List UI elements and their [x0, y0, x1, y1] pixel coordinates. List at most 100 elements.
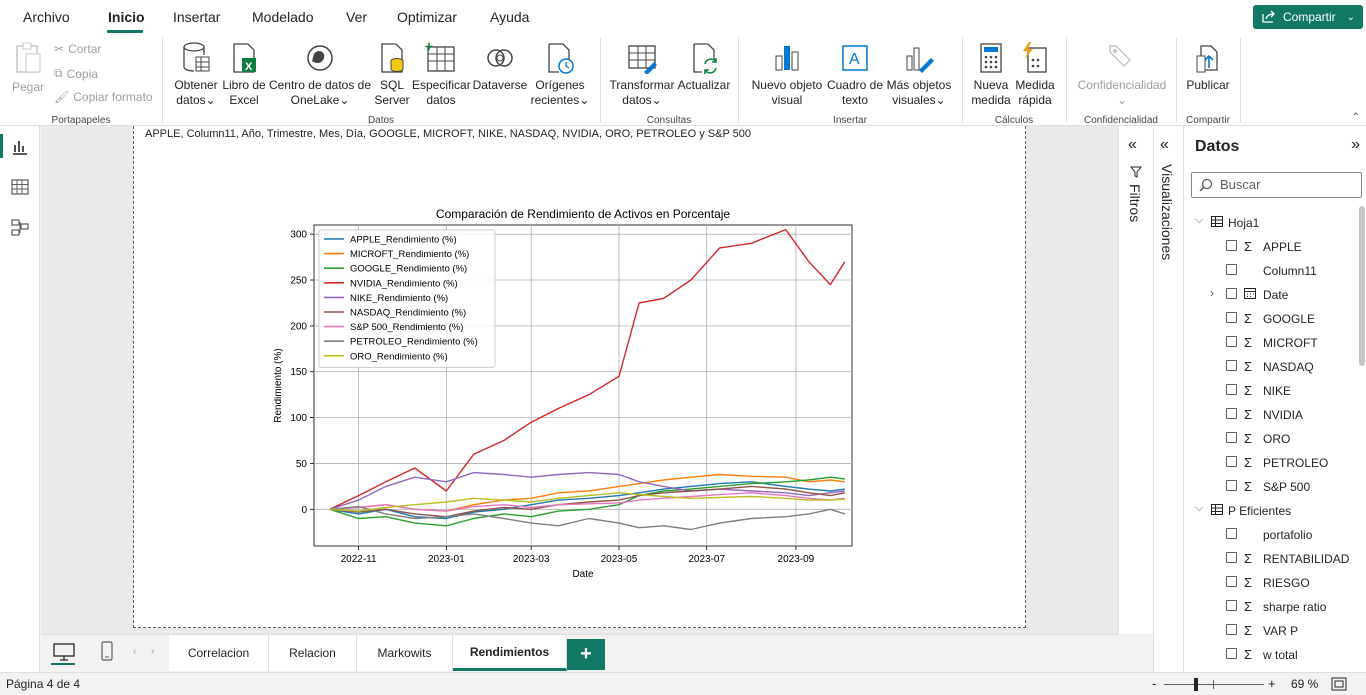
zoom-slider-thumb[interactable]	[1194, 678, 1199, 691]
field-name: NASDAQ	[1263, 360, 1314, 374]
tab-correlacion[interactable]: Correlacion	[169, 635, 269, 671]
field-checkbox[interactable]	[1226, 648, 1237, 659]
field-checkbox[interactable]	[1226, 288, 1237, 299]
field-checkbox[interactable]	[1226, 552, 1237, 563]
more-visuals-button[interactable]: Más objetos visuales⌄	[884, 42, 954, 108]
new-measure-button[interactable]: Nueva medida	[968, 42, 1014, 108]
tab-markowits[interactable]: Markowits	[357, 635, 453, 671]
report-view-icon[interactable]	[10, 137, 30, 157]
cut-button[interactable]: ✂ Cortar	[54, 42, 101, 56]
field-checkbox[interactable]	[1226, 600, 1237, 611]
field-checkbox[interactable]	[1226, 264, 1237, 275]
field-item[interactable]: Σ ORO	[1184, 426, 1359, 450]
menu-inicio[interactable]: Inicio	[108, 9, 145, 25]
transform-data-button[interactable]: Transformar datos⌄	[608, 42, 676, 108]
visualizations-pane[interactable]: « Visualizaciones	[1153, 126, 1183, 672]
field-checkbox[interactable]	[1226, 480, 1237, 491]
field-item[interactable]: Σ S&P 500	[1184, 474, 1359, 498]
fit-to-page-icon[interactable]	[1331, 677, 1347, 691]
field-checkbox[interactable]	[1226, 624, 1237, 635]
field-checkbox[interactable]	[1226, 408, 1237, 419]
menu-archivo[interactable]: Archivo	[23, 9, 70, 25]
field-item[interactable]: Σsharpe ratio	[1184, 594, 1359, 618]
format-painter-button[interactable]: 🖌 Copiar formato	[54, 90, 153, 104]
field-checkbox[interactable]	[1226, 384, 1237, 395]
tab-rendimientos[interactable]: Rendimientos	[453, 635, 567, 671]
chevron-down-icon[interactable]: ⌄	[1347, 12, 1355, 23]
field-item[interactable]: Σ RIESGO	[1184, 570, 1359, 594]
field-item[interactable]: Σ RENTABILIDAD	[1184, 546, 1359, 570]
field-item[interactable]: portafolio	[1184, 522, 1359, 546]
field-checkbox[interactable]	[1226, 432, 1237, 443]
field-item[interactable]: › Date	[1184, 282, 1359, 306]
table-view-icon[interactable]	[10, 177, 30, 197]
menu-ayuda[interactable]: Ayuda	[490, 9, 529, 25]
field-item[interactable]: Σ GOOGLE	[1184, 306, 1359, 330]
zoom-slider-track[interactable]	[1164, 684, 1264, 685]
field-item[interactable]: Σ NIKE	[1184, 378, 1359, 402]
add-page-button[interactable]: +	[567, 639, 605, 670]
onelake-label-2: OneLake	[290, 93, 340, 107]
filters-pane[interactable]: « Filtros	[1118, 126, 1153, 634]
sensitivity-button[interactable]: Confidencialidad ⌄	[1072, 42, 1172, 108]
field-item[interactable]: Column11	[1184, 258, 1359, 282]
zoom-in-button[interactable]: +	[1268, 676, 1276, 691]
more-visuals-label-2: visuales	[892, 93, 936, 107]
model-view-icon[interactable]	[10, 217, 30, 237]
table-p-eficientes[interactable]: ⌵ P Eficientes	[1184, 498, 1359, 522]
enter-data-button[interactable]: Especificar datos	[412, 42, 471, 108]
visual-fields-header: APPLE, Column11, Año, Trimestre, Mes, Dí…	[145, 128, 751, 140]
chevron-down-icon[interactable]: ⌵	[1195, 214, 1203, 227]
field-item[interactable]: Σ PETROLEO	[1184, 450, 1359, 474]
menu-modelado[interactable]: Modelado	[252, 9, 314, 25]
field-item[interactable]: Σ NVIDIA	[1184, 402, 1359, 426]
field-item[interactable]: Σ MICROFT	[1184, 330, 1359, 354]
field-checkbox[interactable]	[1226, 528, 1237, 539]
recent-sources-button[interactable]: Orígenes recientes⌄	[530, 42, 590, 108]
field-item[interactable]: Σ NASDAQ	[1184, 354, 1359, 378]
tab-relacion[interactable]: Relacion	[269, 635, 357, 671]
field-checkbox[interactable]	[1226, 456, 1237, 467]
copy-button[interactable]: ⧉ Copia	[54, 66, 98, 81]
collapse-ribbon-icon[interactable]: ⌃	[1352, 112, 1360, 123]
prev-page-icon[interactable]: ‹	[133, 646, 136, 657]
field-checkbox[interactable]	[1226, 360, 1237, 371]
menu-ver[interactable]: Ver	[346, 9, 367, 25]
quick-measure-button[interactable]: Medida rápida	[1012, 42, 1058, 108]
collapse-filters-icon[interactable]: «	[1128, 136, 1137, 154]
onelake-hub-button[interactable]: Centro de datos de OneLake⌄	[268, 42, 372, 108]
text-box-button[interactable]: A Cuadro de texto	[826, 42, 884, 108]
next-page-icon[interactable]: ›	[151, 646, 154, 657]
get-data-button[interactable]: Obtener datos⌄	[172, 42, 220, 108]
field-checkbox[interactable]	[1226, 240, 1237, 251]
x-tick-label: 2023-03	[513, 554, 550, 565]
mobile-layout-icon[interactable]	[101, 641, 113, 661]
publish-button[interactable]: Publicar	[1182, 42, 1234, 93]
refresh-button[interactable]: Actualizar	[676, 42, 732, 93]
copy-label: Copia	[66, 66, 98, 81]
collapse-visualizations-icon[interactable]: «	[1160, 136, 1169, 154]
menu-optimizar[interactable]: Optimizar	[397, 9, 457, 25]
expand-data-pane-icon[interactable]: »	[1351, 136, 1360, 154]
chevron-right-icon[interactable]: ›	[1210, 286, 1214, 300]
new-visual-button[interactable]: Nuevo objeto visual	[748, 42, 826, 108]
fields-scrollbar[interactable]	[1359, 206, 1365, 366]
sql-server-button[interactable]: SQL Server	[372, 42, 412, 108]
menu-insertar[interactable]: Insertar	[173, 9, 220, 25]
table-hoja1[interactable]: ⌵ Hoja1	[1184, 210, 1359, 234]
paste-button[interactable]: Pegar	[10, 42, 46, 95]
field-checkbox[interactable]	[1226, 576, 1237, 587]
field-checkbox[interactable]	[1226, 312, 1237, 323]
share-button[interactable]: Compartir ⌄	[1253, 5, 1363, 29]
line-chart[interactable]: 2022-11 2023-01 2023-03 2023-05 2023-07 2023-…	[274, 202, 884, 582]
zoom-out-button[interactable]: -	[1152, 676, 1156, 691]
search-input[interactable]: Buscar	[1191, 172, 1362, 198]
chevron-down-icon[interactable]: ⌵	[1195, 502, 1203, 515]
desktop-layout-icon[interactable]	[53, 643, 75, 661]
field-item[interactable]: Σ APPLE	[1184, 234, 1359, 258]
field-checkbox[interactable]	[1226, 336, 1237, 347]
field-item[interactable]: Σ VAR P	[1184, 618, 1359, 642]
field-item[interactable]: Σw total	[1184, 642, 1359, 666]
excel-workbook-button[interactable]: X Libro de Excel	[220, 42, 268, 108]
dataverse-button[interactable]: Dataverse	[470, 42, 530, 93]
